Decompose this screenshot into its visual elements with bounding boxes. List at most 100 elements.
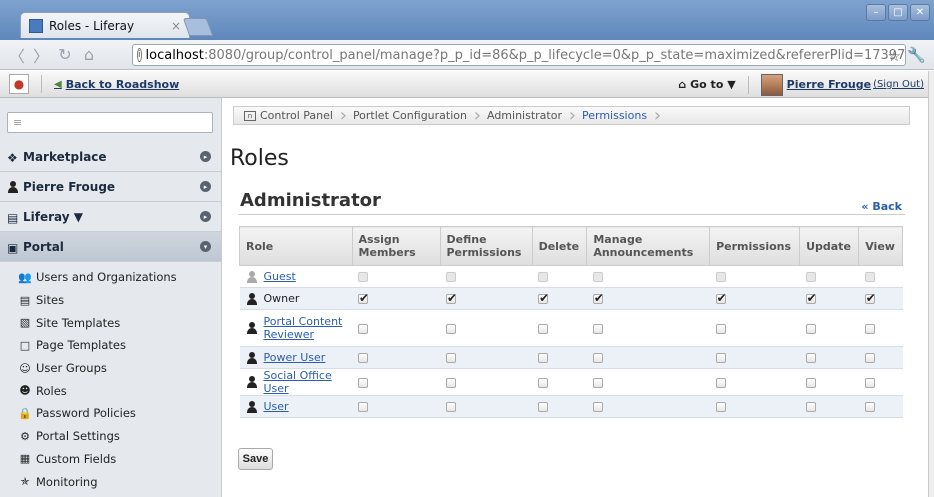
role-link[interactable]: Power User — [264, 351, 326, 364]
breadcrumb-control-panel[interactable]: n Control Panel — [234, 105, 347, 126]
back-icon[interactable]: 〈 — [6, 44, 28, 66]
category-portal[interactable]: ▣ Portal ▾ — [0, 232, 221, 262]
permission-checkbox[interactable] — [715, 377, 726, 388]
wrench-menu-icon[interactable]: 🔧 — [907, 46, 926, 64]
sidebar-item-sites[interactable]: ▤ Sites — [0, 289, 221, 312]
user-name-link[interactable]: Pierre Frouge — [787, 78, 871, 91]
permission-checkbox[interactable] — [358, 323, 369, 334]
permission-checkbox[interactable] — [805, 323, 816, 334]
new-tab-button[interactable] — [182, 18, 214, 36]
permission-checkbox[interactable] — [805, 377, 816, 388]
sidebar-item-user-groups[interactable]: ☺ User Groups — [0, 357, 221, 380]
role-link[interactable]: Portal Content Reviewer — [264, 315, 344, 341]
address-bar[interactable]: i localhost:8080/group/control_panel/man… — [132, 44, 906, 66]
expand-icon[interactable]: ▸ — [200, 211, 211, 222]
permission-cell — [709, 346, 800, 369]
breadcrumb-permissions[interactable]: Permissions — [572, 105, 661, 126]
permission-cell — [440, 287, 533, 310]
sidebar-item-monitoring[interactable]: ✯ Monitoring — [0, 470, 221, 493]
sidebar-item-roles[interactable]: ☻ Roles — [0, 379, 221, 402]
table-row: Portal Content Reviewer — [239, 309, 903, 347]
sidebar-item-custom-fields[interactable]: ▦ Custom Fields — [0, 448, 221, 471]
permission-checkbox[interactable] — [864, 323, 875, 334]
permission-checkbox[interactable] — [715, 291, 727, 305]
sidebar-item-users-and-organizations[interactable]: 👥 Users and Organizations — [0, 266, 221, 289]
permission-checkbox[interactable] — [446, 402, 456, 412]
browser-tab[interactable]: Roles - Liferay × — [20, 12, 190, 38]
permission-checkbox[interactable] — [446, 377, 456, 388]
sidebar-item-site-templates[interactable]: ▧ Site Templates — [0, 311, 221, 334]
permission-checkbox[interactable] — [592, 377, 603, 388]
permission-cell — [858, 395, 903, 418]
breadcrumb-portlet-configuration[interactable]: Portlet Configuration — [343, 105, 481, 126]
permission-checkbox — [805, 272, 816, 282]
permission-checkbox[interactable] — [715, 323, 726, 334]
sidebar-item-page-templates[interactable]: □ Page Templates — [0, 334, 221, 357]
save-button[interactable]: Save — [238, 448, 273, 470]
category-liferay[interactable]: ▤ Liferay ▼ ▸ — [0, 202, 221, 232]
expand-icon[interactable]: ▸ — [200, 151, 211, 162]
permission-checkbox[interactable] — [864, 353, 875, 363]
permission-cell — [532, 265, 587, 288]
role-cell: Owner — [239, 287, 353, 310]
permission-checkbox[interactable] — [358, 402, 369, 412]
breadcrumb-label: Portlet Configuration — [352, 109, 467, 122]
permission-checkbox[interactable] — [592, 353, 603, 363]
permission-checkbox[interactable] — [864, 402, 875, 412]
reload-icon[interactable]: ↻ — [54, 44, 76, 66]
permission-checkbox[interactable] — [864, 291, 876, 305]
permission-checkbox[interactable] — [538, 353, 549, 363]
permission-checkbox[interactable] — [592, 323, 603, 334]
back-link[interactable]: « Back — [861, 200, 902, 213]
permission-checkbox[interactable] — [446, 323, 456, 334]
permission-checkbox[interactable] — [446, 353, 456, 363]
permission-checkbox[interactable] — [715, 402, 726, 412]
search-input[interactable]: ≡ — [7, 112, 213, 133]
divider — [747, 75, 749, 94]
permission-checkbox[interactable] — [358, 353, 369, 363]
permission-checkbox[interactable] — [805, 291, 817, 305]
permission-checkbox[interactable] — [864, 377, 875, 388]
bookmark-star-icon[interactable]: ☆ — [888, 47, 901, 65]
column-header: Assign Members — [351, 226, 441, 266]
site-info-icon[interactable]: i — [137, 48, 142, 62]
breadcrumb-administrator[interactable]: Administrator — [477, 105, 576, 126]
marketplace-icon: ❖ — [7, 150, 18, 165]
permission-checkbox[interactable] — [446, 291, 457, 305]
forward-icon[interactable]: 〉 — [30, 44, 52, 66]
tab-close-icon[interactable]: × — [171, 19, 181, 33]
home-icon[interactable]: ⌂ — [78, 44, 100, 66]
back-to-site-link[interactable]: ◀ Back to Roadshow — [54, 78, 179, 91]
permission-checkbox[interactable] — [358, 377, 369, 388]
pin-icon[interactable]: ● — [9, 74, 29, 94]
expand-icon[interactable]: ▸ — [200, 181, 211, 192]
close-window-icon[interactable]: ✕ — [910, 4, 930, 21]
page-title: Roles — [230, 146, 289, 171]
role-link[interactable]: User — [264, 400, 289, 413]
category-marketplace[interactable]: ❖ Marketplace ▸ — [0, 142, 221, 172]
permission-checkbox[interactable] — [538, 377, 549, 388]
permission-checkbox[interactable] — [358, 291, 369, 305]
permission-checkbox[interactable] — [538, 323, 549, 334]
role-link[interactable]: Guest — [264, 270, 296, 283]
permission-checkbox[interactable] — [592, 291, 604, 305]
permission-checkbox[interactable] — [592, 402, 603, 412]
minimize-icon[interactable]: – — [866, 4, 886, 21]
scrollbar[interactable] — [928, 71, 934, 497]
maximize-icon[interactable]: □ — [888, 4, 908, 21]
permission-checkbox[interactable] — [805, 402, 816, 412]
sidebar-item-portal-settings[interactable]: ⚙ Portal Settings — [0, 425, 221, 448]
permission-checkbox[interactable] — [538, 291, 549, 305]
goto-menu[interactable]: ⌂ Go to ▼ — [678, 78, 735, 91]
permission-checkbox[interactable] — [805, 353, 816, 363]
sign-out-link[interactable]: (Sign Out) — [873, 79, 924, 90]
permission-checkbox[interactable] — [538, 402, 549, 412]
category-user[interactable]: Pierre Frouge ▸ — [0, 172, 221, 202]
table-row: Power User — [239, 346, 903, 369]
role-link[interactable]: Social Office User — [264, 369, 347, 395]
permission-checkbox[interactable] — [715, 353, 726, 363]
collapse-icon[interactable]: ▾ — [200, 241, 211, 252]
goto-label: Go to ▼ — [690, 78, 736, 91]
sidebar-item-password-policies[interactable]: 🔒 Password Policies — [0, 402, 221, 425]
avatar[interactable] — [760, 73, 783, 96]
